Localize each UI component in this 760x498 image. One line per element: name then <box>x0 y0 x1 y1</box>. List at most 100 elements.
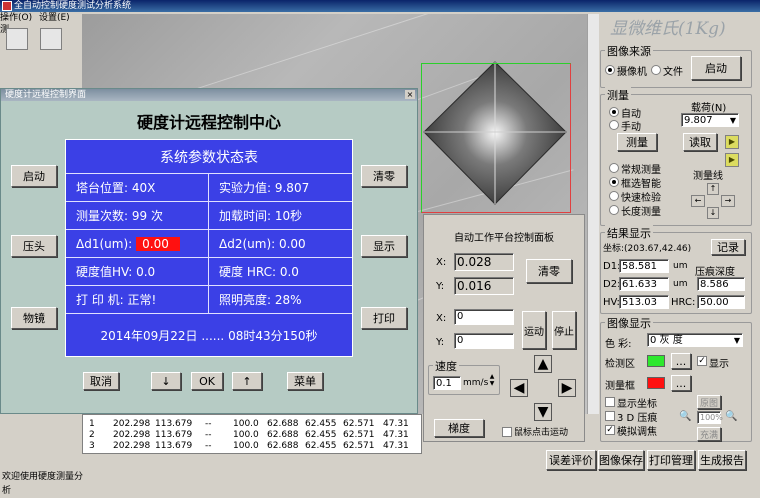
gradient-button[interactable]: 梯度 <box>434 419 484 437</box>
record-button[interactable]: 记录 <box>711 239 745 255</box>
error-eval-button[interactable]: 误差评价 <box>546 450 596 470</box>
zoom-field[interactable]: 100% <box>697 411 723 424</box>
hv-field[interactable]: 513.03 <box>619 295 669 309</box>
speed-input[interactable]: 0.1 <box>433 376 461 390</box>
read-button[interactable]: 读取 <box>683 133 717 151</box>
measure-button[interactable]: 测量 <box>617 133 657 151</box>
sim-focus-checkbox[interactable]: ✓ <box>605 425 615 435</box>
save-image-button[interactable]: 图像保存 <box>598 450 644 470</box>
auto-radio[interactable] <box>609 107 619 117</box>
depth-label: 压痕深度 <box>695 267 735 278</box>
display-button[interactable]: 显示 <box>361 235 407 257</box>
mouse-move-checkbox[interactable] <box>502 427 512 437</box>
three-d-checkbox[interactable] <box>605 411 615 421</box>
manual-radio[interactable] <box>609 120 619 130</box>
stage-title: 自动工作平台控制面板 <box>454 233 554 244</box>
zoom-in-icon[interactable]: 🔍 <box>725 411 737 422</box>
x-input[interactable]: 0 <box>454 309 514 325</box>
file-radio[interactable] <box>651 65 661 75</box>
ok-button[interactable]: OK <box>191 372 223 390</box>
close-icon[interactable]: × <box>405 90 415 99</box>
depth-field[interactable]: 8.586 <box>697 277 745 291</box>
color-select[interactable]: 0 灰 度 ▼ <box>647 333 743 347</box>
quick-radio[interactable] <box>609 191 619 201</box>
speed-stepper[interactable]: ▲ ▼ <box>488 373 496 387</box>
up-button[interactable]: ↑ <box>232 372 262 390</box>
panel-title: 系统参数状态表 <box>66 140 352 174</box>
menu-button[interactable]: 菜单 <box>287 372 323 390</box>
source-start-button[interactable]: 启动 <box>691 56 741 80</box>
hv-label: HV: <box>603 297 620 308</box>
d2-field[interactable]: 61.633 <box>619 277 669 291</box>
chevron-down-icon: ▼ <box>733 336 740 345</box>
results-table: 1 202.298 113.679 -- 100.0 62.688 62.455… <box>82 414 422 454</box>
zoom-out-icon[interactable]: 🔍 <box>679 411 691 422</box>
measure-line-pad[interactable]: ↑ ← → ↓ <box>687 183 739 219</box>
direction-pad: ▲ ◀ ▶ ▼ <box>510 355 576 421</box>
camera-radio[interactable] <box>605 65 615 75</box>
frame-color-swatch[interactable] <box>647 377 665 389</box>
image-scrollbar[interactable] <box>587 14 599 414</box>
line-right-icon[interactable]: → <box>721 195 735 207</box>
camera-icon[interactable] <box>6 28 28 50</box>
cancel-button[interactable]: 取消 <box>83 372 119 390</box>
indenter-button[interactable]: 压头 <box>11 235 57 257</box>
stage-control-panel: 自动工作平台控制面板 X: 0.028 Y: 0.016 清零 X: 0 Y: … <box>423 214 585 442</box>
stage-clear-button[interactable]: 清零 <box>526 259 572 283</box>
dialog-heading: 硬度计远程控制中心 <box>136 113 281 132</box>
objective-button[interactable]: 物镜 <box>11 307 57 329</box>
fill-button[interactable]: 充满 <box>697 427 721 441</box>
d1-field[interactable]: 58.581 <box>619 259 669 273</box>
table-row[interactable]: 1 202.298 113.679 -- 100.0 62.688 62.455… <box>83 419 423 430</box>
delta-d1-value: 0.00 <box>136 236 181 251</box>
color-label: 色 彩: <box>605 339 632 350</box>
image-display-group: 图像显示 色 彩: 0 灰 度 ▼ 检测区 ... ✓ 显示 测量框 ... 显… <box>600 315 752 442</box>
play-icon-2[interactable]: ▶ <box>725 153 739 167</box>
print-button[interactable]: 打印 <box>361 307 407 329</box>
printer-icon[interactable] <box>40 28 62 50</box>
arrow-up-icon[interactable]: ▲ <box>534 355 552 373</box>
show-coord-checkbox[interactable] <box>605 397 615 407</box>
load-select[interactable]: 9.807 ▼ <box>681 113 739 127</box>
normal-label: 常规测量 <box>621 165 661 176</box>
arrow-down-icon[interactable]: ▼ <box>534 403 552 421</box>
length-radio[interactable] <box>609 205 619 215</box>
frame-smart-radio[interactable] <box>609 177 619 187</box>
move-button[interactable]: 运动 <box>522 311 546 349</box>
remote-control-dialog: 硬度计远程控制界面 × 硬度计远程控制中心 启动 压头 物镜 清零 显示 打印 … <box>0 88 418 414</box>
y-input[interactable]: 0 <box>454 333 514 349</box>
line-left-icon[interactable]: ← <box>691 195 705 207</box>
menu-item-operate[interactable]: 操作(O) <box>0 13 32 23</box>
menu-item-settings[interactable]: 设置(E) <box>39 13 70 23</box>
print-manage-button[interactable]: 打印管理 <box>647 450 695 470</box>
down-button[interactable]: ↓ <box>151 372 181 390</box>
table-row[interactable]: 3 202.298 113.679 -- 100.0 62.688 62.455… <box>83 441 423 452</box>
mouse-move-label: 鼠标点击运动 <box>514 428 569 438</box>
detect-color-swatch[interactable] <box>647 355 665 367</box>
show-checkbox[interactable]: ✓ <box>697 356 707 366</box>
result-label: 结果显示 <box>605 225 653 241</box>
stop-button[interactable]: 停止 <box>552 311 576 349</box>
line-down-icon[interactable]: ↓ <box>707 207 719 219</box>
table-row[interactable]: 2 202.298 113.679 -- 100.0 62.688 62.455… <box>83 430 423 441</box>
detect-color-more-button[interactable]: ... <box>671 353 691 369</box>
arrow-right-icon[interactable]: ▶ <box>558 379 576 397</box>
normal-radio[interactable] <box>609 163 619 173</box>
line-up-icon[interactable]: ↑ <box>707 183 719 195</box>
measure-count: 测量次数: 99 次 <box>66 202 209 230</box>
play-icon[interactable]: ▶ <box>725 135 739 149</box>
app-icon <box>2 1 12 11</box>
menu-bar: 操作(O) 设置(E) 测 <box>0 12 80 35</box>
start-button[interactable]: 启动 <box>11 165 57 187</box>
arrow-left-icon[interactable]: ◀ <box>510 379 528 397</box>
original-button[interactable]: 原图 <box>697 395 721 409</box>
detection-frame[interactable] <box>421 63 571 213</box>
delta-d2: Δd2(um): 0.00 <box>209 230 352 258</box>
hrc-field[interactable]: 50.00 <box>697 295 745 309</box>
frame-color-more-button[interactable]: ... <box>671 375 691 391</box>
image-source-label: 图像来源 <box>605 43 653 59</box>
camera-label: 摄像机 <box>617 67 647 78</box>
generate-report-button[interactable]: 生成报告 <box>698 450 746 470</box>
hrc-label: HRC: <box>671 297 696 308</box>
clear-button[interactable]: 清零 <box>361 165 407 187</box>
